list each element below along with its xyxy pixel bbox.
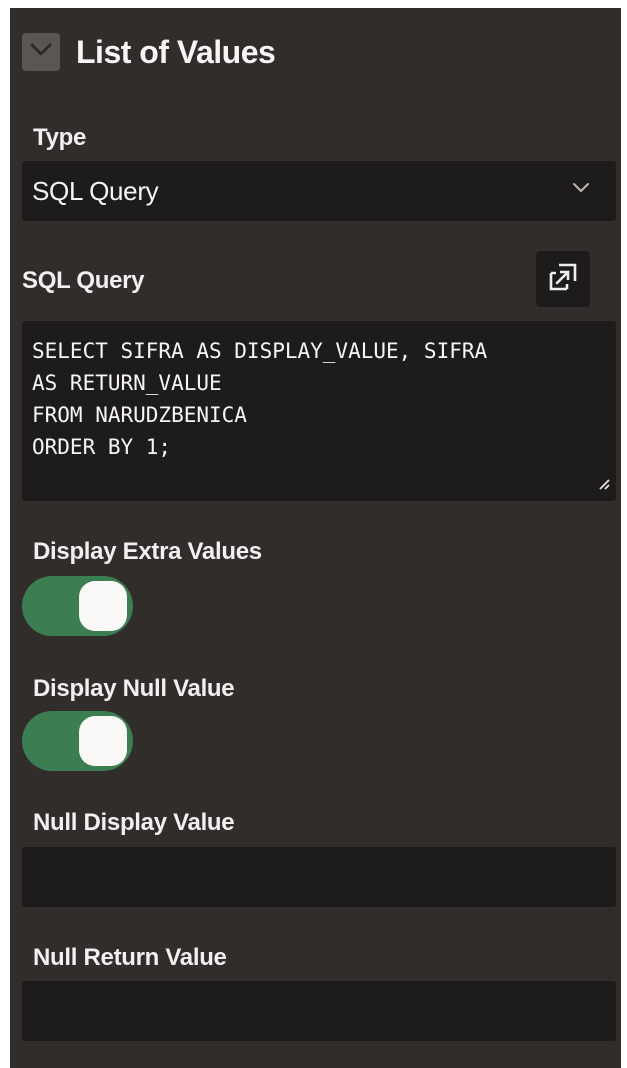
expand-icon — [548, 262, 578, 297]
null-return-value-label: Null Return Value — [33, 944, 227, 971]
code-line: AS RETURN_VALUE — [32, 371, 222, 395]
chevron-down-icon — [572, 181, 590, 199]
list-of-values-panel: List of Values Type SQL Query SQL Query … — [10, 8, 621, 1068]
toggle-knob — [79, 716, 127, 766]
code-line: ORDER BY 1; — [32, 435, 172, 459]
sql-query-label: SQL Query — [22, 267, 145, 294]
resize-handle-icon[interactable] — [598, 477, 610, 495]
section-title: List of Values — [76, 33, 276, 70]
display-null-value-label: Display Null Value — [33, 675, 235, 702]
type-select[interactable]: SQL Query — [22, 161, 616, 221]
section-header[interactable]: List of Values — [22, 30, 276, 74]
display-null-value-toggle[interactable] — [22, 711, 133, 771]
null-display-value-input[interactable] — [22, 847, 616, 907]
type-label: Type — [33, 124, 87, 151]
display-extra-values-toggle[interactable] — [22, 576, 133, 636]
code-line: FROM NARUDZBENICA — [32, 403, 247, 427]
chevron-down-icon — [30, 43, 52, 62]
code-line: SELECT SIFRA AS DISPLAY_VALUE, SIFRA — [32, 339, 488, 363]
null-display-value-label: Null Display Value — [33, 809, 235, 836]
collapse-button[interactable] — [22, 33, 60, 71]
toggle-knob — [79, 581, 127, 631]
sql-query-editor[interactable]: SELECT SIFRA AS DISPLAY_VALUE, SIFRA AS … — [22, 321, 616, 501]
display-extra-values-label: Display Extra Values — [33, 538, 262, 565]
null-return-value-input[interactable] — [22, 981, 616, 1041]
expand-code-editor-button[interactable] — [536, 251, 590, 307]
type-select-value: SQL Query — [32, 175, 159, 206]
